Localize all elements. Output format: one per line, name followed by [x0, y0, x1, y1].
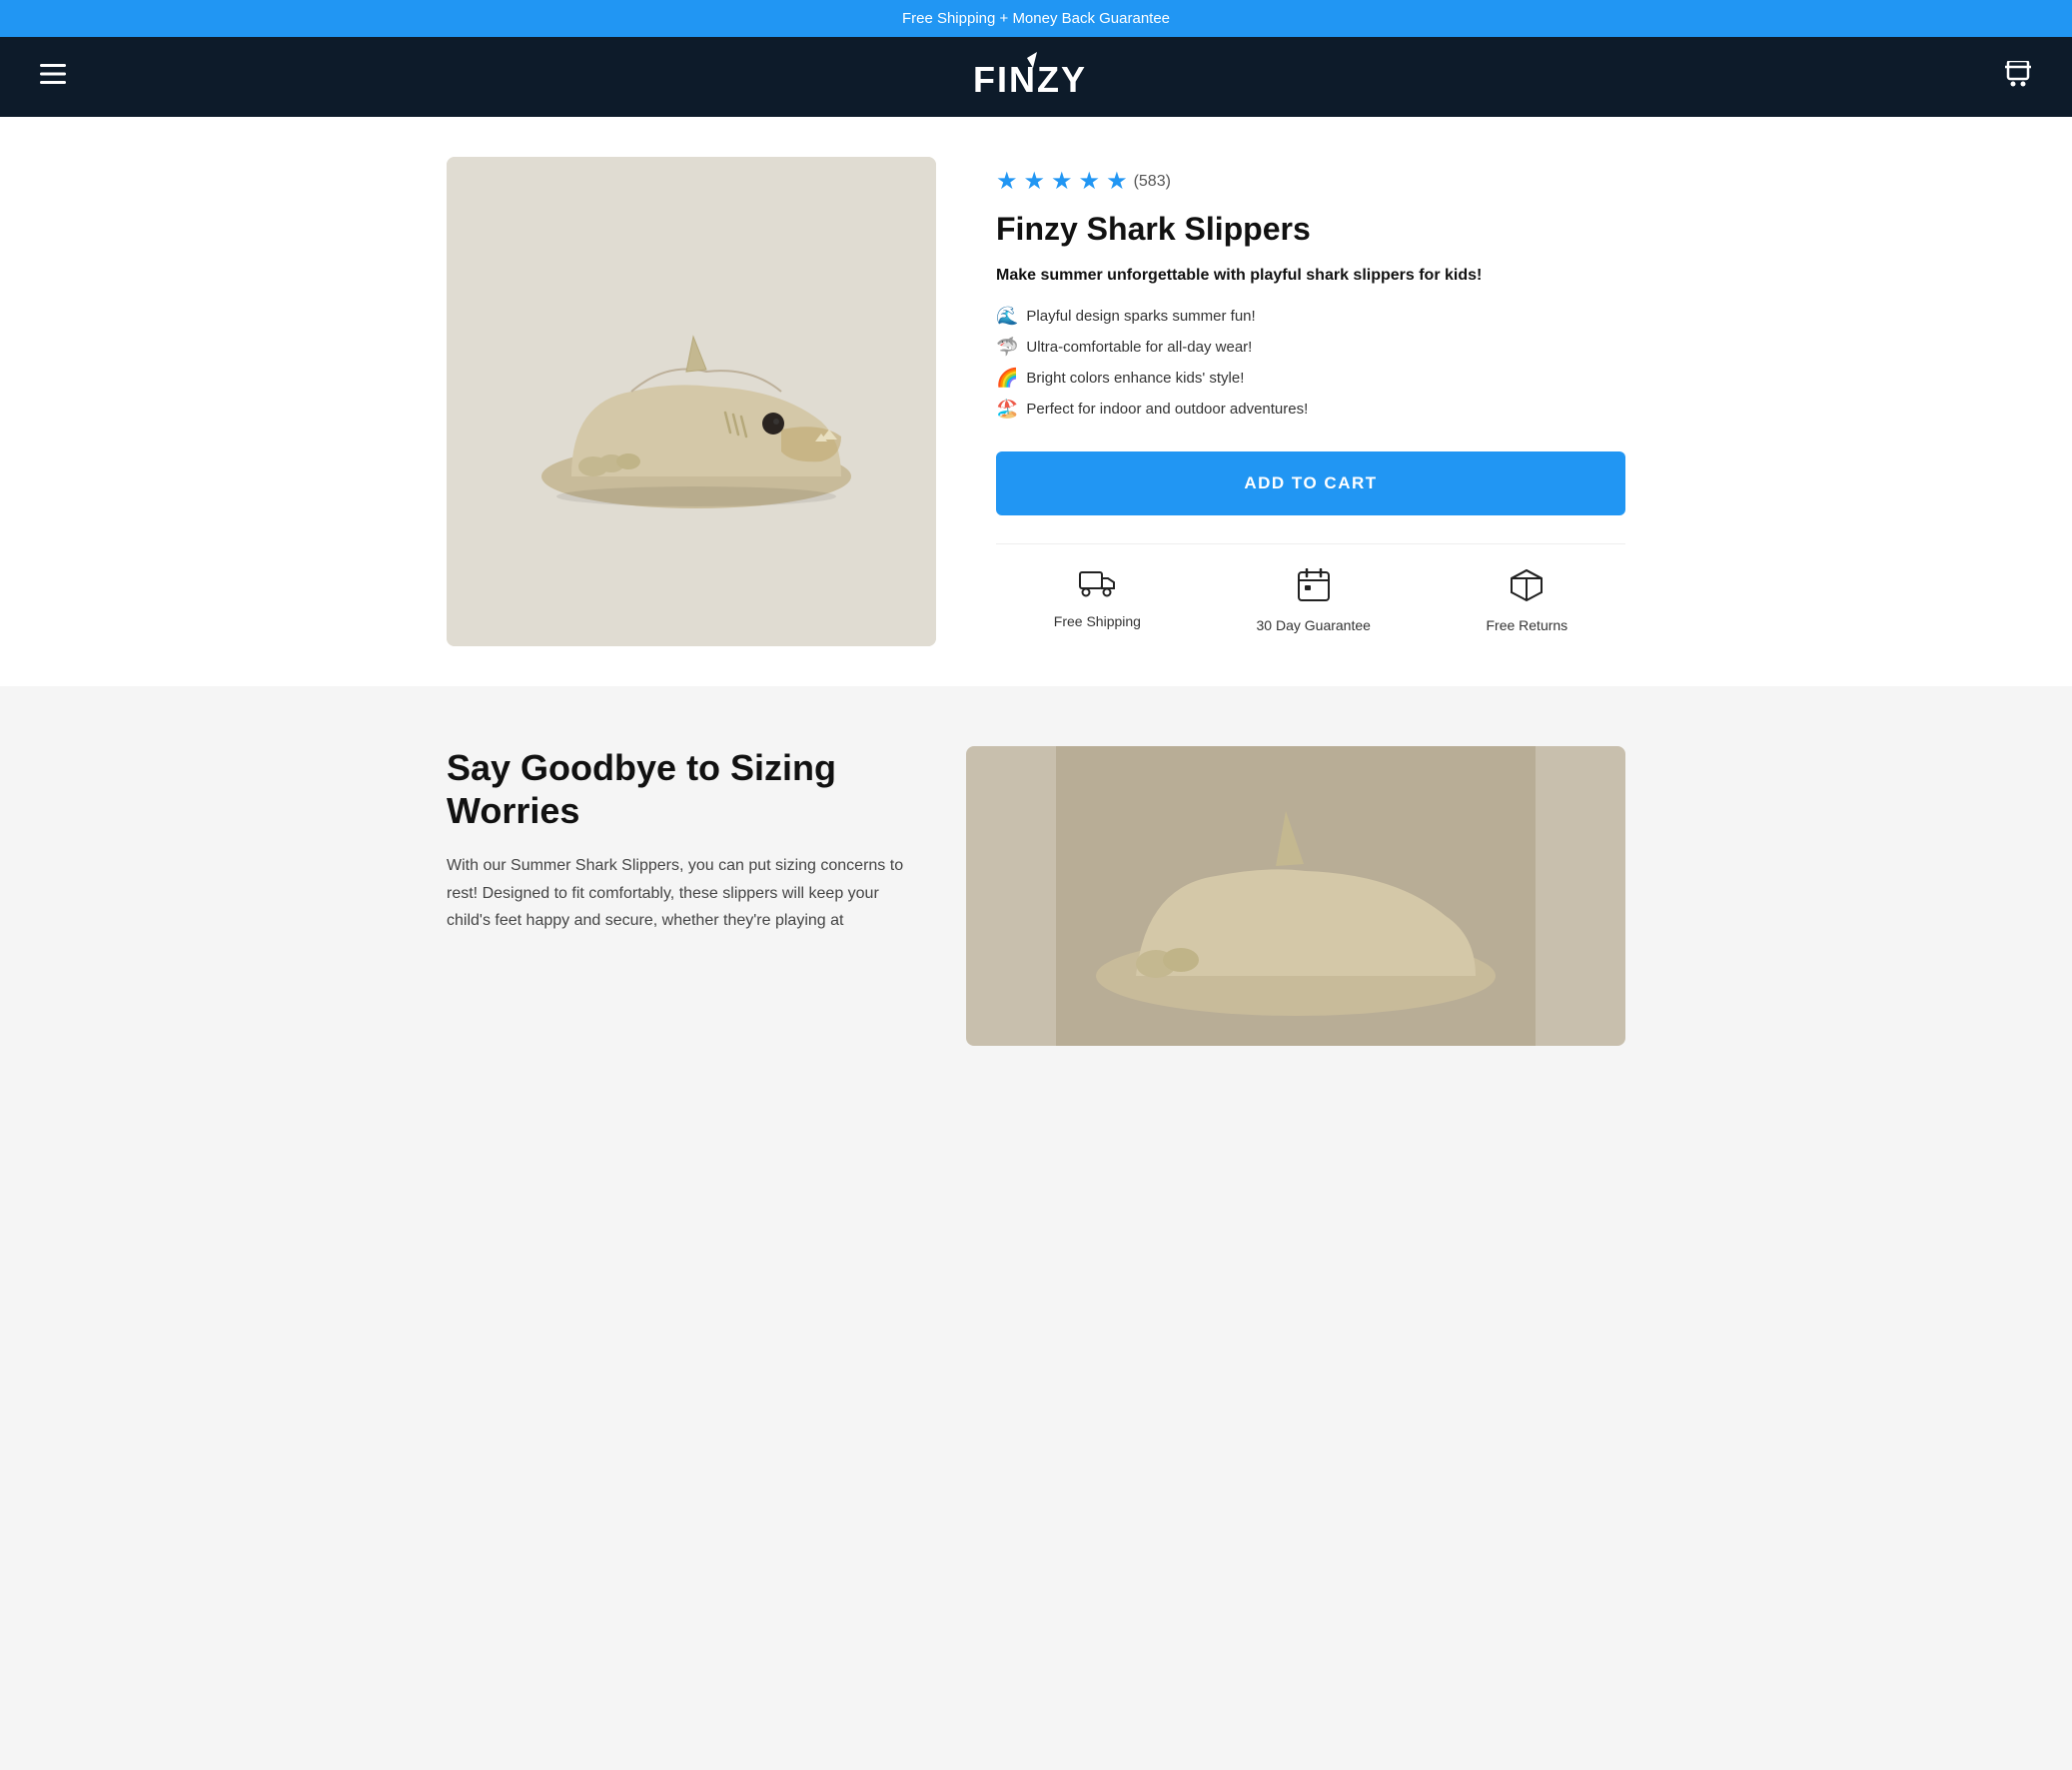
cart-icon[interactable] [2004, 61, 2032, 93]
badge-returns-label: Free Returns [1486, 617, 1567, 633]
star-3: ★ [1051, 167, 1073, 196]
feature-3-emoji: 🌈 [996, 368, 1018, 389]
feature-1-emoji: 🌊 [996, 306, 1018, 327]
add-to-cart-button[interactable]: ADD TO CART [996, 451, 1625, 515]
product-image-container [447, 157, 936, 646]
feature-4: 🏖️ Perfect for indoor and outdoor advent… [996, 399, 1625, 420]
site-logo[interactable]: FINZY [955, 50, 1115, 105]
lower-section: Say Goodbye to Sizing Worries With our S… [0, 686, 2072, 1106]
lower-description: With our Summer Shark Slippers, you can … [447, 852, 906, 934]
top-banner: Free Shipping + Money Back Guarantee [0, 0, 2072, 37]
product-title: Finzy Shark Slippers [996, 210, 1625, 248]
main-content: ★ ★ ★ ★ ★ (583) Finzy Shark Slippers Mak… [0, 117, 2072, 686]
stars-row: ★ ★ ★ ★ ★ (583) [996, 167, 1625, 196]
feature-3: 🌈 Bright colors enhance kids' style! [996, 368, 1625, 389]
trust-badges: Free Shipping 30 Day Guarantee [996, 543, 1625, 633]
product-section: ★ ★ ★ ★ ★ (583) Finzy Shark Slippers Mak… [447, 157, 1625, 646]
lower-image [966, 746, 1625, 1046]
star-5: ★ [1106, 167, 1128, 196]
product-features: 🌊 Playful design sparks summer fun! 🦈 Ul… [996, 306, 1625, 420]
lower-text: Say Goodbye to Sizing Worries With our S… [447, 746, 906, 934]
box-icon [1510, 568, 1544, 609]
feature-4-emoji: 🏖️ [996, 399, 1018, 420]
feature-1-text: Playful design sparks summer fun! [1026, 308, 1255, 325]
badge-free-shipping: Free Shipping [1054, 568, 1141, 633]
lower-content: Say Goodbye to Sizing Worries With our S… [447, 746, 1625, 1046]
feature-2-text: Ultra-comfortable for all-day wear! [1026, 339, 1252, 356]
review-count: (583) [1134, 173, 1171, 191]
svg-text:FINZY: FINZY [973, 59, 1087, 100]
star-4: ★ [1079, 167, 1101, 196]
star-1: ★ [996, 167, 1018, 196]
badge-shipping-label: Free Shipping [1054, 613, 1141, 629]
badge-guarantee-label: 30 Day Guarantee [1257, 617, 1371, 633]
badge-guarantee: 30 Day Guarantee [1257, 568, 1371, 633]
feature-1: 🌊 Playful design sparks summer fun! [996, 306, 1625, 327]
product-image [447, 157, 936, 646]
calendar-icon [1298, 568, 1330, 609]
product-tagline: Make summer unforgettable with playful s… [996, 264, 1625, 288]
badge-returns: Free Returns [1486, 568, 1567, 633]
feature-4-text: Perfect for indoor and outdoor adventure… [1026, 401, 1308, 418]
menu-icon[interactable] [40, 64, 66, 90]
header: FINZY [0, 37, 2072, 117]
lower-title: Say Goodbye to Sizing Worries [447, 746, 906, 832]
feature-2: 🦈 Ultra-comfortable for all-day wear! [996, 337, 1625, 358]
feature-2-emoji: 🦈 [996, 337, 1018, 358]
feature-3-text: Bright colors enhance kids' style! [1026, 370, 1244, 387]
banner-text: Free Shipping + Money Back Guarantee [902, 10, 1170, 27]
star-2: ★ [1024, 167, 1046, 196]
truck-icon [1079, 568, 1115, 605]
product-info: ★ ★ ★ ★ ★ (583) Finzy Shark Slippers Mak… [996, 157, 1625, 633]
